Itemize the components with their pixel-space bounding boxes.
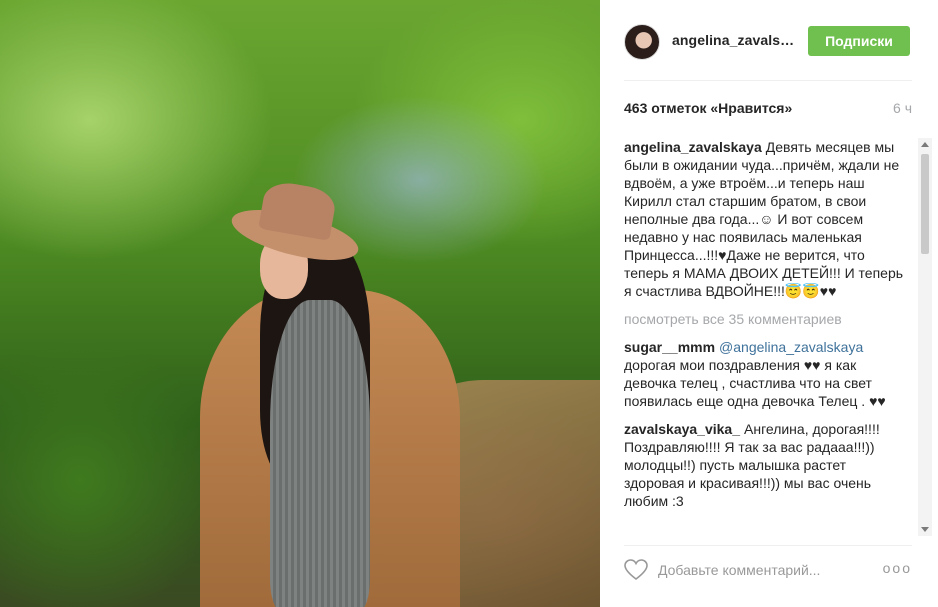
comment-text: дорогая мои поздравления ♥♥ я как девочк…: [624, 357, 886, 409]
header-divider: [624, 80, 912, 81]
comment-footer: Добавьте комментарий... ooo: [624, 555, 912, 585]
scroll-up-arrow-icon[interactable]: [921, 142, 929, 147]
caption-username[interactable]: angelina_zavalskaya: [624, 139, 762, 155]
author-username[interactable]: angelina_zavals…: [672, 32, 794, 48]
post-time[interactable]: 6 ч: [893, 100, 912, 116]
comment-item: zavalskaya_vika_ Ангелина, дорогая!!!! По…: [624, 420, 910, 510]
photo-dress: [270, 300, 370, 607]
avatar[interactable]: [624, 24, 660, 60]
comment-mention[interactable]: @angelina_zavalskaya: [719, 339, 863, 355]
likes-row: 463 отметок «Нравится» 6 ч: [624, 100, 912, 120]
view-all-comments-link[interactable]: посмотреть все 35 комментариев: [624, 310, 910, 328]
photo-subject: [190, 179, 470, 607]
caption: angelina_zavalskaya Девять месяцев мы был…: [624, 138, 910, 300]
caption-text: Девять месяцев мы были в ожидании чуда..…: [624, 139, 904, 299]
comment-username[interactable]: zavalskaya_vika_: [624, 421, 740, 437]
post-sidebar: angelina_zavals… Подписки 463 отметок «Н…: [600, 0, 938, 607]
likes-count[interactable]: 463 отметок «Нравится»: [624, 100, 792, 116]
comment-item: sugar__mmm @angelina_zavalskaya дорогая м…: [624, 338, 910, 410]
comments-list: angelina_zavalskaya Девять месяцев мы был…: [624, 138, 910, 536]
comment-username[interactable]: sugar__mmm: [624, 339, 715, 355]
scrollbar-thumb[interactable]: [921, 154, 929, 254]
heart-icon[interactable]: [624, 559, 648, 586]
follow-button[interactable]: Подписки: [808, 26, 910, 56]
post-photo[interactable]: [0, 0, 600, 607]
post-header: angelina_zavals… Подписки: [624, 20, 912, 64]
more-options-icon[interactable]: ooo: [883, 560, 912, 576]
instagram-post-view: angelina_zavals… Подписки 463 отметок «Н…: [0, 0, 938, 607]
scroll-down-arrow-icon[interactable]: [921, 527, 929, 532]
footer-divider: [624, 545, 912, 546]
comments-scrollbar[interactable]: [918, 138, 932, 536]
add-comment-input[interactable]: Добавьте комментарий...: [658, 562, 820, 578]
